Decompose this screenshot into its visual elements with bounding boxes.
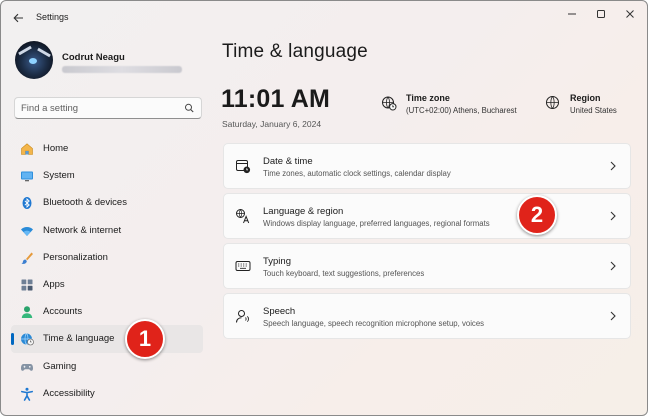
brush-icon [19,250,35,266]
card-description: Touch keyboard, text suggestions, prefer… [263,269,425,278]
user-name: Codrut Neagu [62,52,125,63]
region-value: United States [570,106,617,115]
card-title: Speech [263,306,296,317]
app-title: Settings [36,12,69,22]
sidebar-item-personalization[interactable]: Personalization [11,244,203,271]
card-description: Windows display language, preferred lang… [263,219,490,228]
avatar-flare [37,47,51,58]
annotation-marker-2: 2 [517,195,557,235]
chevron-right-icon [610,261,616,271]
close-icon [626,10,634,18]
minimize-icon [568,13,576,15]
region-title: Region [570,93,601,103]
sidebar-item-bluetooth[interactable]: Bluetooth & devices [11,189,203,216]
gamepad-icon [19,359,35,375]
search-input[interactable] [21,101,179,115]
user-profile[interactable]: Codrut Neagu [15,41,215,81]
chevron-right-icon [610,311,616,321]
timezone-value: (UTC+02:00) Athens, Bucharest [406,106,517,115]
sidebar-item-system[interactable]: System [11,162,203,189]
keyboard-icon [235,258,251,274]
accessibility-icon [19,386,35,402]
sidebar-item-home[interactable]: Home [11,135,203,162]
annotation-marker-1: 1 [125,319,165,359]
title-bar: Settings [1,1,647,33]
sidebar-item-label: Network & internet [43,224,122,236]
sidebar-item-label: Accounts [43,306,83,318]
sidebar-item-label: Gaming [43,360,77,372]
sidebar-item-apps[interactable]: Apps [11,271,203,298]
home-icon [19,141,35,157]
wifi-icon [19,223,35,239]
card-description: Speech language, speech recognition micr… [263,319,485,328]
sidebar-item-network[interactable]: Network & internet [11,217,203,244]
sidebar-item-label: Bluetooth & devices [43,197,127,209]
sidebar-nav: Home System Bluetooth & devices Network … [11,135,203,407]
timezone-title: Time zone [406,93,450,103]
card-description: Time zones, automatic clock settings, ca… [263,169,451,178]
card-title: Date & time [263,156,313,167]
close-button[interactable] [615,5,645,23]
sidebar-item-label: System [43,170,75,182]
calendar-clock-icon [235,158,251,174]
sidebar-item-gaming[interactable]: Gaming [11,353,203,380]
maximize-button[interactable] [586,5,616,23]
back-arrow-icon [12,13,23,23]
card-language-region[interactable]: Language & region Windows display langua… [223,193,631,239]
card-date-time[interactable]: Date & time Time zones, automatic clock … [223,143,631,189]
user-email-redacted [62,66,182,73]
sidebar-item-label: Personalization [43,251,108,263]
card-typing[interactable]: Typing Touch keyboard, text suggestions,… [223,243,631,289]
chevron-right-icon [610,161,616,171]
card-title: Typing [263,256,291,267]
language-icon [235,208,251,224]
search-box[interactable] [14,97,202,119]
maximize-icon [597,10,605,18]
bluetooth-icon [19,195,35,211]
sidebar-item-accessibility[interactable]: Accessibility [11,380,203,407]
search-icon[interactable] [184,103,194,113]
avatar [15,41,53,79]
globe-clock-icon [382,96,397,111]
chevron-right-icon [610,211,616,221]
avatar-eye [29,58,37,64]
sidebar-item-accounts[interactable]: Accounts [11,298,203,325]
current-time: 11:01 AM [221,85,331,113]
apps-grid-icon [19,277,35,293]
speech-icon [235,308,251,324]
card-title: Language & region [263,206,344,217]
sidebar-item-label: Accessibility [43,387,95,399]
globe-clock-icon [19,331,35,347]
current-date: Saturday, January 6, 2024 [222,119,322,129]
person-icon [19,304,35,320]
minimize-button[interactable] [557,5,587,23]
avatar-flare [18,45,32,56]
globe-icon [546,96,559,109]
sidebar-item-label: Home [43,143,69,154]
monitor-icon [19,168,35,184]
sidebar-item-label: Time & language [43,333,115,345]
page-title: Time & language [222,41,368,62]
card-speech[interactable]: Speech Speech language, speech recogniti… [223,293,631,339]
sidebar-item-label: Apps [43,278,65,290]
sidebar-item-time-language[interactable]: Time & language [11,325,203,353]
settings-window: Settings Codrut Neagu Home [0,0,648,416]
back-button[interactable] [9,9,27,27]
